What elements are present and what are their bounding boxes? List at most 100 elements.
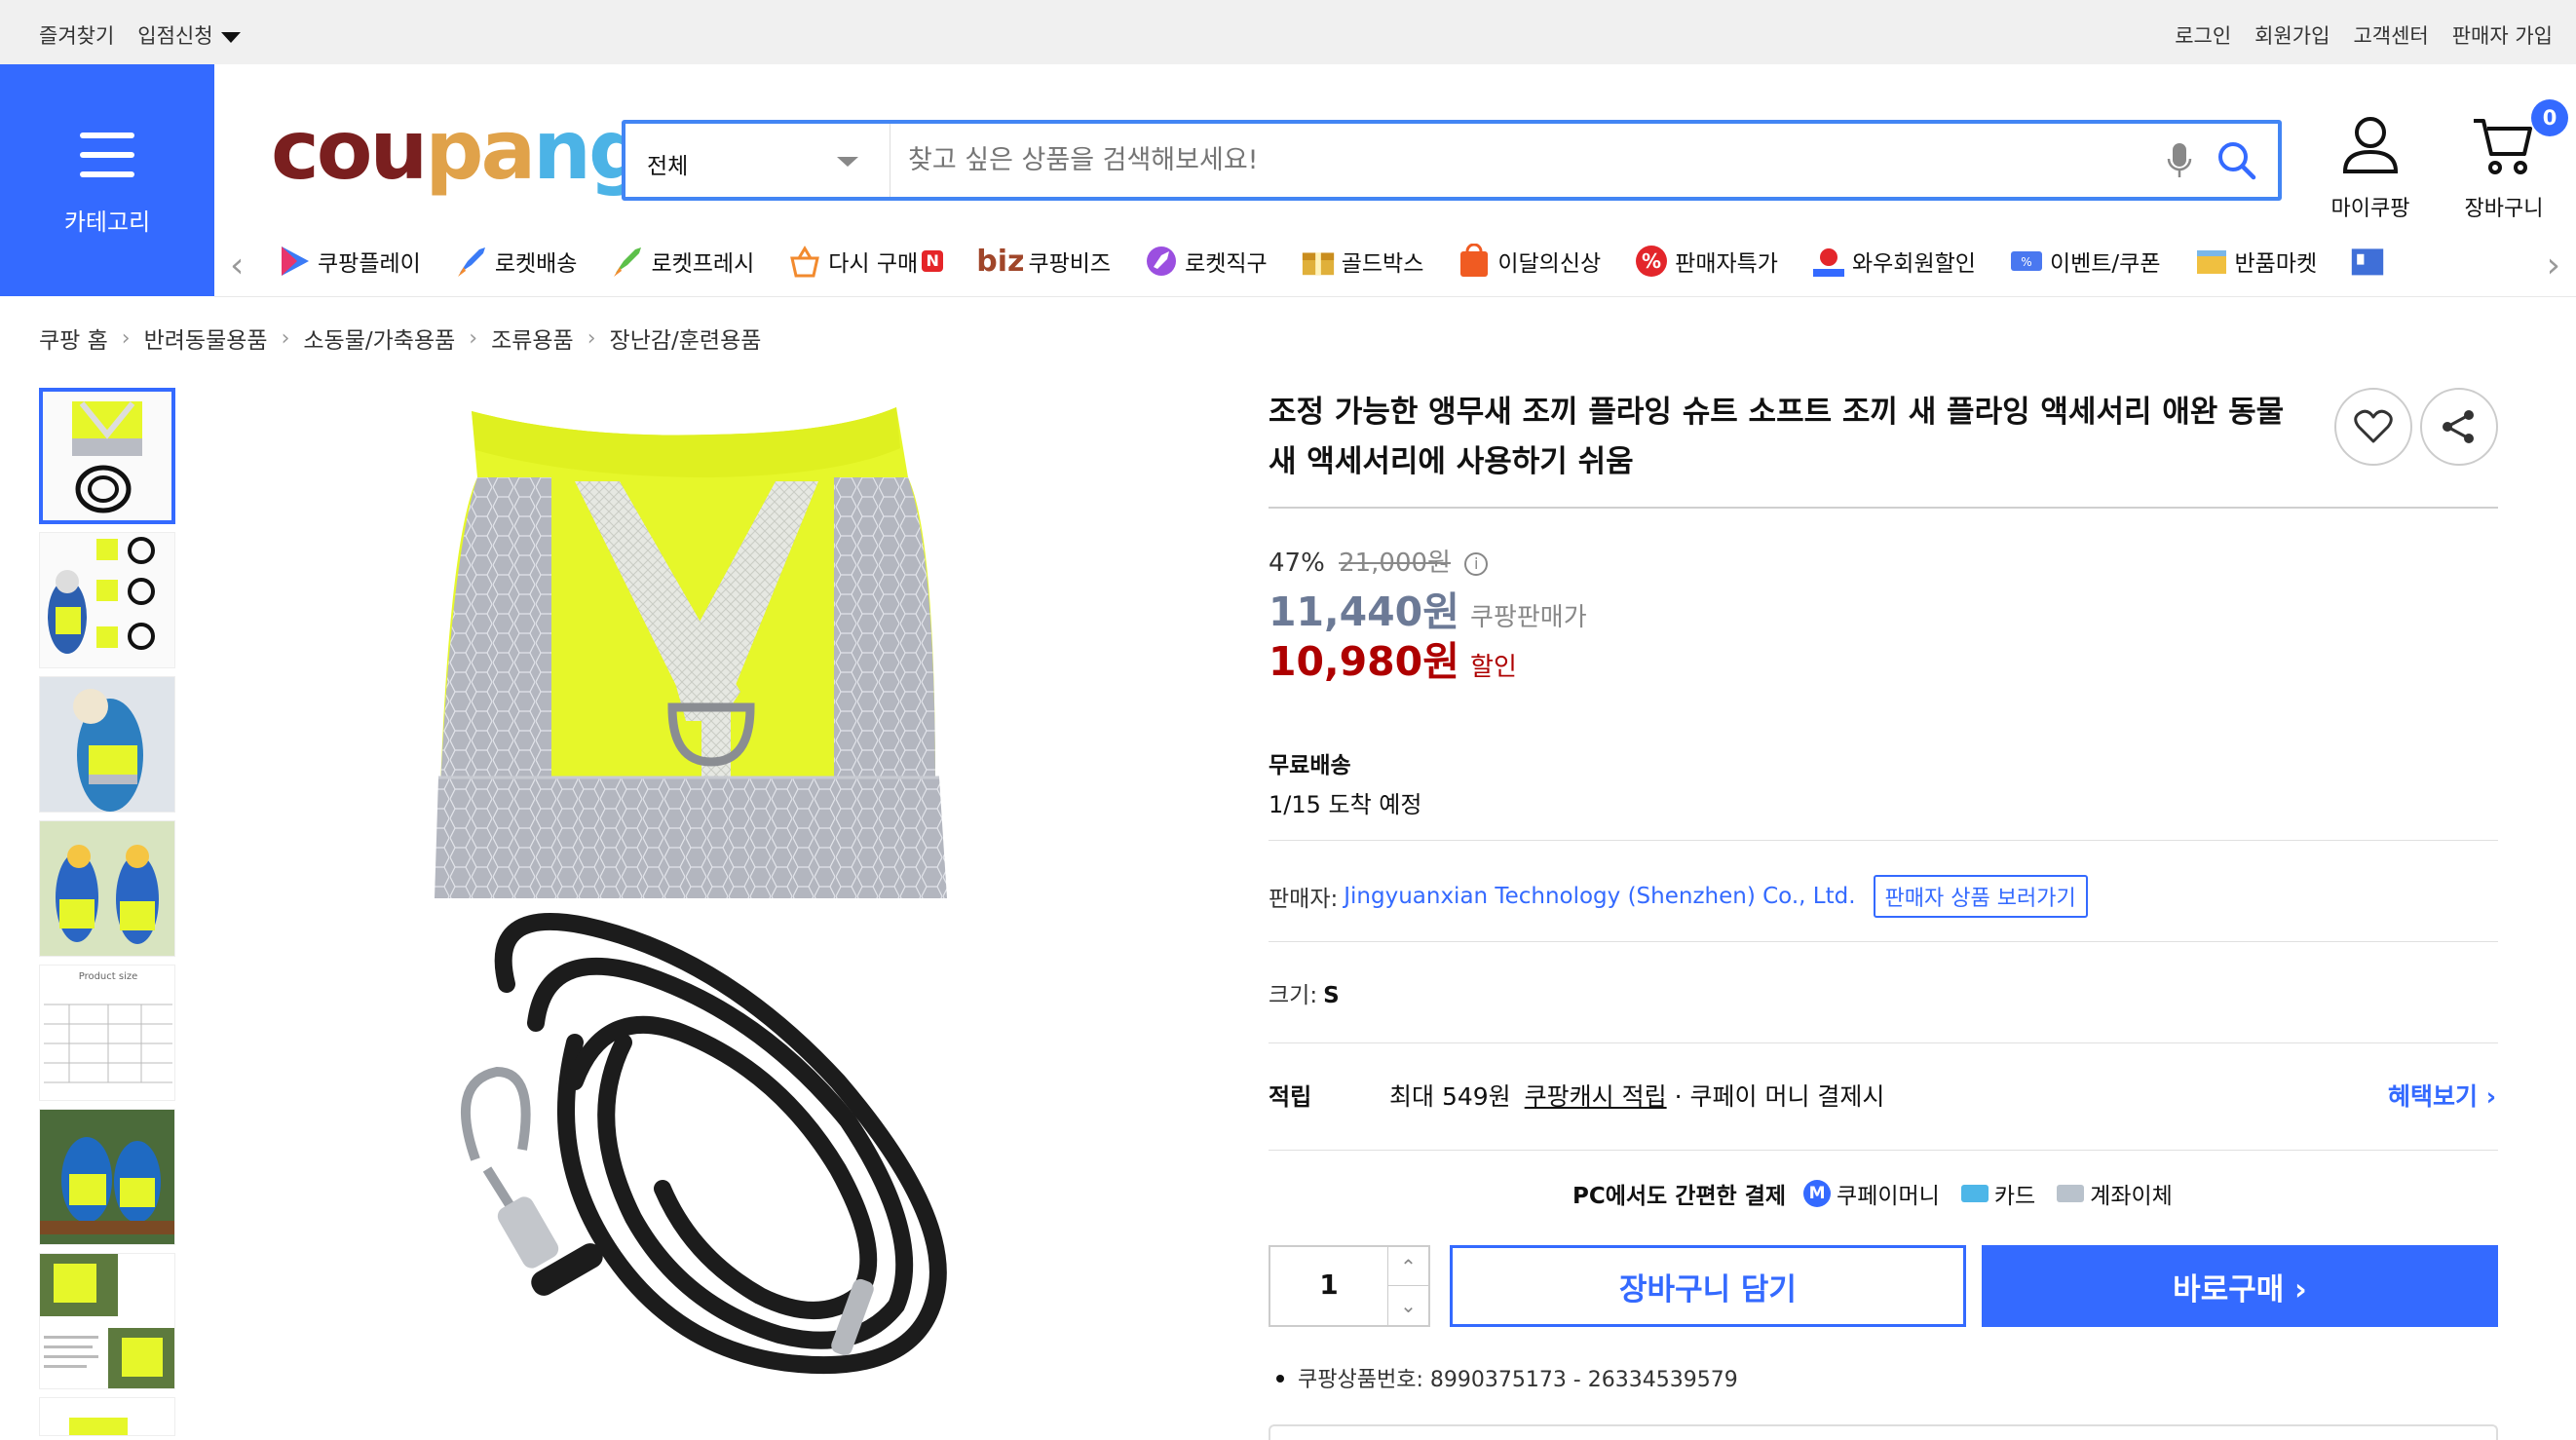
breadcrumb-item[interactable]: 반려동물용품 [144, 322, 268, 355]
service-return-market[interactable]: 반품마켓 [2194, 244, 2318, 279]
service-label: 골드박스 [1341, 251, 1424, 277]
my-coupang-link[interactable]: 마이쿠팡 [2327, 115, 2414, 222]
size-option: 크기: S [1269, 976, 1340, 1009]
chevron-right-icon: › [281, 325, 290, 351]
chevron-right-icon: › [469, 325, 478, 351]
thumbnail-list: Product size [39, 388, 177, 1440]
thumbnail[interactable] [39, 532, 175, 668]
rocket-icon [454, 244, 489, 279]
product-number: 쿠팡상품번호: 8990375173 - 26334539579 [1276, 1362, 1738, 1393]
sale-price-label: 할인 [1470, 653, 1517, 682]
thumbnail[interactable] [39, 820, 175, 957]
coupang-logo[interactable]: coupang [271, 109, 647, 191]
product-title: 조정 가능한 앵무새 조끼 플라잉 슈트 소프트 조끼 새 플라잉 액세서리 애… [1269, 395, 2285, 479]
info-icon[interactable]: i [1464, 552, 1489, 576]
share-button[interactable] [2420, 388, 2498, 466]
chevron-down-icon[interactable]: ⌄ [1387, 1286, 1428, 1325]
payment-bank-transfer: 계좌이체 [2057, 1177, 2173, 1210]
discount-line: 47% 21,000원 i [1269, 543, 1489, 579]
chevron-right-icon[interactable]: › [2547, 246, 2560, 285]
divider [1269, 840, 2498, 841]
header-divider [214, 296, 2576, 297]
quantity-input[interactable]: 1 [1270, 1269, 1387, 1301]
reward-suffix: · 쿠페이 머니 결제시 [1674, 1082, 1885, 1111]
cart-label: 장바구니 [2464, 197, 2544, 221]
breadcrumb-item[interactable]: 조류용품 [491, 322, 574, 355]
divider [1269, 1150, 2498, 1151]
service-coupang-biz[interactable]: biz 쿠팡비즈 [976, 245, 1111, 279]
breadcrumb-item[interactable]: 소동물/가축용품 [303, 322, 455, 355]
service-label: 이벤트/쿠폰 [2049, 251, 2161, 277]
chevron-left-icon[interactable]: ‹ [230, 246, 244, 285]
customer-center-link[interactable]: 고객센터 [2353, 20, 2428, 50]
product-main-image[interactable] [429, 399, 994, 1413]
thumbnail[interactable] [39, 1109, 175, 1245]
rocket-fresh-icon [610, 244, 645, 279]
thumbnail[interactable]: Product size [39, 965, 175, 1101]
login-link[interactable]: 로그인 [2175, 20, 2231, 50]
service-coupang-play[interactable]: 쿠팡플레이 [277, 244, 421, 279]
bookmark-link[interactable]: 즐겨찾기 [39, 20, 114, 50]
next-section-box [1269, 1424, 2498, 1440]
service-label: 와우회원할인 [1851, 251, 1976, 277]
seller-name-link[interactable]: Jingyuanxian Technology (Shenzhen) Co., … [1344, 884, 1855, 909]
caret-down-icon [220, 31, 241, 43]
service-seller-deals[interactable]: % 판매자특가 [1634, 244, 1778, 279]
search-scope-select[interactable]: 전체 [625, 124, 890, 197]
breadcrumb-item[interactable]: 쿠팡 홈 [39, 322, 108, 355]
buy-now-button[interactable]: 바로구매 › [1982, 1245, 2498, 1327]
cart-link[interactable]: 0 장바구니 [2455, 99, 2568, 222]
benefit-link[interactable]: 혜택보기 › [2388, 1078, 2496, 1113]
service-wow-discount[interactable]: 와우회원할인 [1811, 244, 1976, 279]
wishlist-button[interactable] [2334, 388, 2412, 466]
service-rebuy[interactable]: 다시 구매 N [787, 244, 944, 279]
wow-icon [1811, 244, 1846, 279]
seller-info: 판매자: Jingyuanxian Technology (Shenzhen) … [1269, 875, 2088, 918]
payment-methods: PC에서도 간편한 결제 M 쿠페이머니 카드 계좌이체 [1572, 1177, 2194, 1210]
breadcrumb-item[interactable]: 장난감/훈련용품 [610, 322, 762, 355]
service-goldbox[interactable]: 골드박스 [1301, 244, 1424, 279]
chevron-right-icon: › [121, 325, 131, 351]
service-new-arrivals[interactable]: 이달의신상 [1457, 244, 1601, 279]
logo-letter: c [271, 102, 320, 198]
service-rocket-fresh[interactable]: 로켓프레시 [610, 244, 754, 279]
service-label: 로켓직구 [1185, 251, 1268, 277]
service-label: 반품마켓 [2234, 251, 2318, 277]
category-menu-button[interactable]: 카테고리 [0, 64, 214, 296]
search-input[interactable] [908, 137, 2077, 182]
divider [1269, 1042, 2498, 1043]
thumbnail[interactable] [39, 676, 175, 813]
coupang-cash-link[interactable]: 쿠팡캐시 적립 [1525, 1082, 1667, 1111]
card-icon [1960, 1185, 1989, 1202]
seller-signup-link[interactable]: 판매자 가입 [2452, 20, 2553, 50]
quantity-stepper: 1 ⌃ ⌄ [1269, 1245, 1430, 1327]
thumbnail[interactable] [39, 388, 175, 524]
biz-icon: biz [976, 244, 1025, 279]
payment-coupay-money: M 쿠페이머니 [1803, 1177, 1940, 1210]
seller-apply-link[interactable]: 입점신청 [137, 20, 241, 50]
reward-info: 최대 549원 쿠팡캐시 적립 · 쿠페이 머니 결제시 [1389, 1078, 1884, 1113]
arrival-estimate: 1/15 도착 예정 [1269, 791, 1422, 818]
original-price: 21,000원 [1339, 549, 1451, 578]
payment-label: 계좌이체 [2090, 1184, 2173, 1209]
add-to-cart-button[interactable]: 장바구니 담기 [1450, 1245, 1966, 1327]
return-market-icon [2194, 244, 2229, 279]
microphone-icon[interactable] [2167, 141, 2192, 184]
service-events-coupons[interactable]: % 이벤트/쿠폰 [2009, 244, 2161, 279]
search-icon[interactable] [2216, 139, 2256, 184]
seller-products-button[interactable]: 판매자 상품 보러가기 [1873, 875, 2088, 918]
chevron-right-icon: › [587, 325, 596, 351]
svg-text:%: % [1642, 249, 1661, 273]
divider [1269, 941, 2498, 942]
payment-heading: PC에서도 간편한 결제 [1572, 1184, 1787, 1209]
signup-link[interactable]: 회원가입 [2254, 20, 2330, 50]
play-icon [277, 244, 312, 279]
chevron-up-icon[interactable]: ⌃ [1387, 1247, 1428, 1286]
service-rocket-delivery[interactable]: 로켓배송 [454, 244, 577, 279]
bank-transfer-icon [2057, 1185, 2085, 1202]
thumbnail[interactable] [39, 1397, 175, 1436]
service-nav: ‹ 쿠팡플레이 로켓배송 로켓프레시 다시 구매 N biz 쿠팡비즈 로켓직구 골… [226, 238, 2576, 288]
service-more[interactable] [2350, 244, 2391, 279]
service-rocket-global[interactable]: 로켓직구 [1144, 244, 1268, 279]
thumbnail[interactable] [39, 1253, 175, 1389]
